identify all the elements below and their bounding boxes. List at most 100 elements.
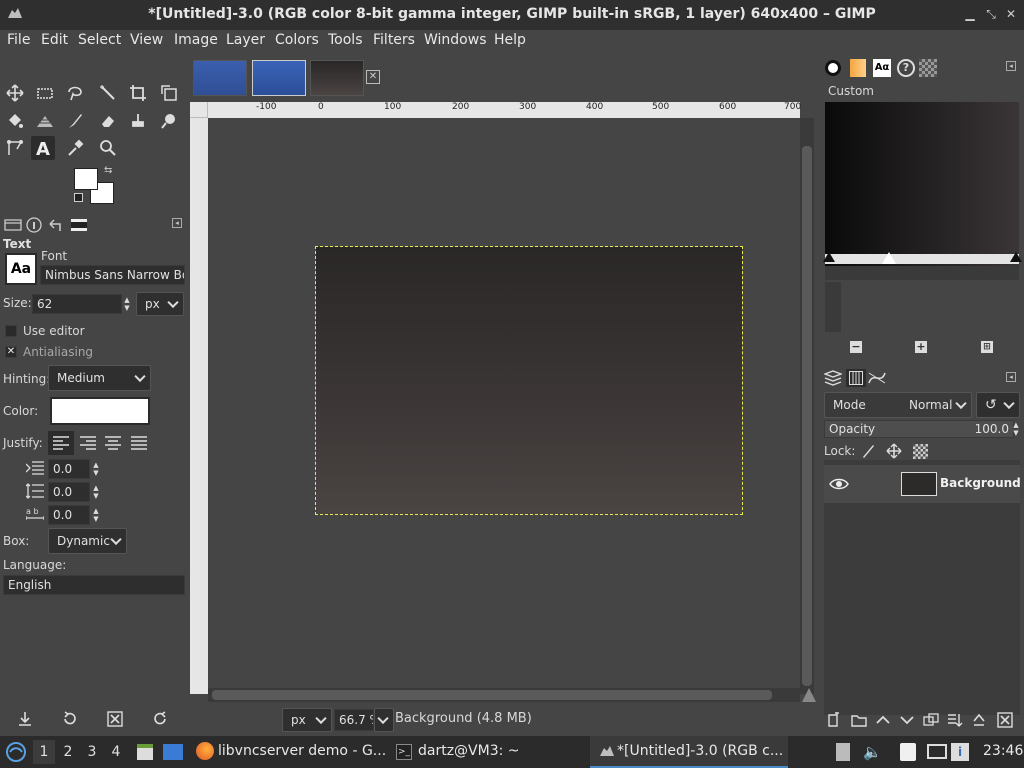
zoom-in-icon[interactable]: + bbox=[915, 341, 927, 353]
vertical-scroll-thumb[interactable] bbox=[802, 146, 812, 686]
paths-tab-icon[interactable] bbox=[868, 370, 886, 386]
image-canvas[interactable] bbox=[315, 246, 743, 515]
size-unit-select[interactable]: px bbox=[136, 292, 184, 316]
eye-icon[interactable] bbox=[829, 477, 849, 491]
menu-select[interactable]: Select bbox=[78, 32, 121, 48]
gradient-scrollbar[interactable] bbox=[825, 266, 1019, 280]
help-tab-icon[interactable]: ? bbox=[897, 59, 915, 77]
color-picker-tool-icon[interactable] bbox=[63, 136, 87, 160]
gradients-tab-icon[interactable] bbox=[919, 59, 937, 77]
default-colors-icon[interactable] bbox=[74, 193, 83, 202]
fonts-tab-icon[interactable]: Aα bbox=[873, 59, 891, 77]
crop-tool-icon[interactable] bbox=[126, 81, 150, 105]
smudge-tool-icon[interactable] bbox=[157, 109, 181, 133]
notes-icon[interactable] bbox=[900, 743, 916, 761]
navigate-icon[interactable] bbox=[802, 688, 816, 702]
align-fill-icon[interactable] bbox=[131, 436, 147, 450]
gradient-midpoint[interactable] bbox=[882, 252, 896, 264]
lock-pixels-icon[interactable] bbox=[860, 443, 876, 459]
menu-windows[interactable]: Windows bbox=[424, 32, 487, 48]
restore-options-icon[interactable] bbox=[62, 711, 78, 727]
maximize-icon[interactable]: ⤡ bbox=[984, 7, 998, 21]
move-tool-icon[interactable] bbox=[3, 81, 27, 105]
raise-layer-icon[interactable] bbox=[875, 712, 891, 728]
layer-mode-select[interactable]: Mode Normal bbox=[824, 392, 972, 418]
opacity-spin-icon[interactable]: ▲ ▼ bbox=[1011, 421, 1021, 437]
close-icon[interactable]: ✕ bbox=[1004, 7, 1018, 21]
font-name-input[interactable]: Nimbus Sans Narrow Bold bbox=[40, 265, 185, 285]
zoom-tool-icon[interactable] bbox=[96, 136, 120, 160]
letter-spacing-input[interactable]: 0.0 bbox=[48, 505, 90, 525]
align-right-icon[interactable] bbox=[80, 436, 96, 450]
menu-layer[interactable]: Layer bbox=[226, 32, 265, 48]
zoom-fit-icon[interactable]: ⊞ bbox=[981, 341, 993, 353]
opacity-slider[interactable]: Opacity 100.0 bbox=[824, 420, 1014, 438]
taskbar-task-terminal[interactable]: dartz@VM3: ~ bbox=[418, 743, 520, 759]
bucket-fill-tool-icon[interactable] bbox=[3, 109, 27, 133]
gradient-stops-bar[interactable] bbox=[823, 252, 1022, 264]
vertical-scrollbar[interactable] bbox=[800, 118, 814, 694]
size-spin-icon[interactable]: ▲ ▼ bbox=[122, 296, 132, 312]
taskbar-task-gimp[interactable]: *[Untitled]-3.0 (RGB c... bbox=[617, 743, 783, 759]
delete-options-icon[interactable] bbox=[107, 711, 123, 727]
menu-edit[interactable]: Edit bbox=[41, 32, 68, 48]
merge-layer-icon[interactable] bbox=[947, 712, 963, 728]
gradient-stop-right[interactable] bbox=[1010, 252, 1022, 262]
lock-position-icon[interactable] bbox=[886, 443, 902, 459]
line-spacing-input[interactable]: 0.0 bbox=[48, 482, 90, 502]
display-icon[interactable] bbox=[927, 744, 947, 759]
menu-filters[interactable]: Filters bbox=[373, 32, 415, 48]
delete-layer-icon[interactable] bbox=[997, 712, 1013, 728]
workspace-2[interactable]: 2 bbox=[57, 740, 79, 764]
minimize-icon[interactable]: ▁ bbox=[963, 7, 977, 21]
save-options-icon[interactable] bbox=[17, 711, 33, 727]
gradient-stop-left[interactable] bbox=[823, 252, 835, 262]
workspace-4[interactable]: 4 bbox=[105, 740, 127, 764]
new-layer-icon[interactable] bbox=[827, 712, 843, 728]
menu-image[interactable]: Image bbox=[174, 32, 218, 48]
patterns-tab-icon[interactable] bbox=[850, 59, 866, 77]
layer-row[interactable]: Background bbox=[824, 465, 1021, 503]
tool-options-tab-icon[interactable] bbox=[3, 216, 23, 234]
configure-tab-icon[interactable]: ◂ bbox=[1006, 372, 1016, 382]
free-select-tool-icon[interactable] bbox=[63, 81, 87, 105]
brushes-tab-icon[interactable] bbox=[825, 60, 841, 76]
composite-mode-select[interactable]: ↺ bbox=[976, 392, 1020, 418]
device-status-tab-icon[interactable] bbox=[24, 216, 44, 234]
eraser-tool-icon[interactable] bbox=[96, 109, 120, 133]
antialiasing-checkbox[interactable]: ✕ bbox=[5, 346, 17, 358]
fuzzy-select-tool-icon[interactable] bbox=[96, 81, 120, 105]
configure-tab-icon[interactable]: ◂ bbox=[172, 218, 182, 228]
language-input[interactable]: English bbox=[3, 575, 185, 595]
workspace-3[interactable]: 3 bbox=[81, 740, 103, 764]
menu-tools[interactable]: Tools bbox=[328, 32, 363, 48]
gradient-tool-icon[interactable] bbox=[33, 109, 57, 133]
clone-tool-icon[interactable] bbox=[126, 109, 150, 133]
show-desktop-icon[interactable] bbox=[163, 744, 183, 760]
layers-tab-icon[interactable] bbox=[824, 370, 842, 386]
duplicate-layer-icon[interactable] bbox=[923, 712, 939, 728]
anchor-layer-icon[interactable] bbox=[971, 712, 987, 728]
images-tab-icon[interactable] bbox=[69, 216, 89, 234]
volume-icon[interactable]: 🔈 bbox=[863, 743, 882, 761]
hinting-select[interactable]: Medium bbox=[48, 365, 151, 391]
lower-layer-icon[interactable] bbox=[899, 712, 915, 728]
horizontal-scroll-thumb[interactable] bbox=[212, 690, 772, 700]
image-tab-thumbnail[interactable] bbox=[252, 60, 306, 96]
text-color-button[interactable] bbox=[50, 397, 150, 425]
start-menu-icon[interactable] bbox=[5, 742, 27, 762]
quick-mask-icon[interactable] bbox=[190, 102, 208, 118]
clipboard-icon[interactable] bbox=[836, 743, 850, 761]
align-center-icon[interactable] bbox=[105, 436, 121, 450]
file-manager-icon[interactable] bbox=[137, 744, 153, 760]
font-preview-button[interactable]: Aa bbox=[5, 253, 37, 285]
zoom-out-icon[interactable]: − bbox=[850, 341, 862, 353]
zoom-input[interactable]: 66.7 % bbox=[334, 709, 374, 731]
reset-options-icon[interactable] bbox=[152, 711, 168, 727]
foreground-color-swatch[interactable] bbox=[74, 168, 98, 190]
letter-spacing-spin-icon[interactable]: ▲ ▼ bbox=[91, 507, 101, 523]
image-tab-thumbnail[interactable] bbox=[193, 60, 247, 96]
box-mode-select[interactable]: Dynamic bbox=[48, 528, 127, 554]
lock-alpha-icon[interactable] bbox=[913, 444, 928, 459]
size-input[interactable]: 62 bbox=[32, 294, 122, 314]
